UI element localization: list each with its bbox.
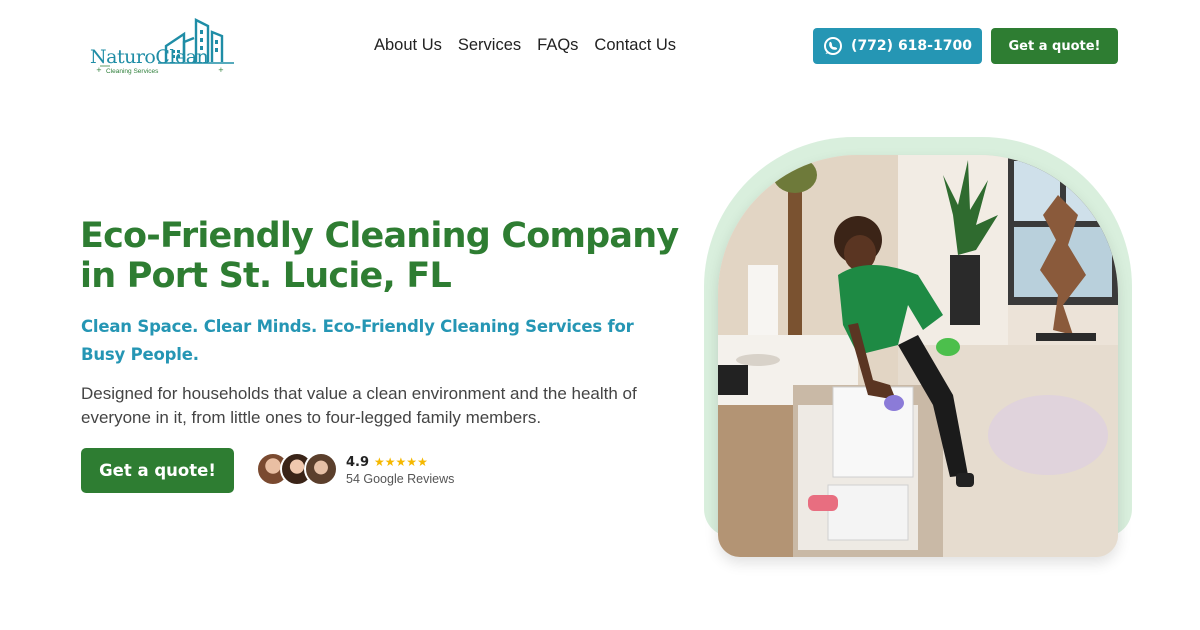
- nav-item-contact-us[interactable]: Contact Us: [594, 36, 676, 55]
- nav-item-services[interactable]: Services: [458, 36, 521, 55]
- google-reviews-badge[interactable]: 4.9 ★★★★★ 54 Google Reviews: [256, 452, 454, 488]
- site-logo[interactable]: + + NaturoClean Cleaning Services: [88, 16, 238, 78]
- logo-tagline: Cleaning Services: [106, 68, 159, 75]
- phone-number-label: (772) 618-1700: [851, 38, 972, 54]
- hero-subtitle: Clean Space. Clear Minds. Eco-Friendly C…: [81, 317, 634, 364]
- logo-wordmark: NaturoClean: [90, 46, 209, 68]
- svg-text:+: +: [218, 66, 224, 74]
- main-nav: About Us Services FAQs Contact Us: [374, 36, 676, 55]
- review-count: 54 Google Reviews: [346, 471, 455, 486]
- hero-title: Eco-Friendly Cleaning Company in Port St…: [80, 216, 679, 296]
- reviewer-avatars: [256, 452, 340, 488]
- hero-description: Designed for households that value a cle…: [81, 384, 637, 427]
- rating-value: 4.9: [346, 454, 370, 470]
- phone-button[interactable]: (772) 618-1700: [813, 28, 982, 64]
- avatar: [304, 452, 338, 486]
- star-rating-icon: ★★★★★: [374, 455, 428, 469]
- phone-chat-icon: [824, 37, 843, 55]
- hero-photo: [718, 155, 1118, 557]
- header-quote-button[interactable]: Get a quote!: [991, 28, 1118, 64]
- nav-item-faqs[interactable]: FAQs: [537, 36, 578, 55]
- nav-item-about-us[interactable]: About Us: [374, 36, 442, 55]
- hero-quote-button[interactable]: Get a quote!: [81, 448, 234, 493]
